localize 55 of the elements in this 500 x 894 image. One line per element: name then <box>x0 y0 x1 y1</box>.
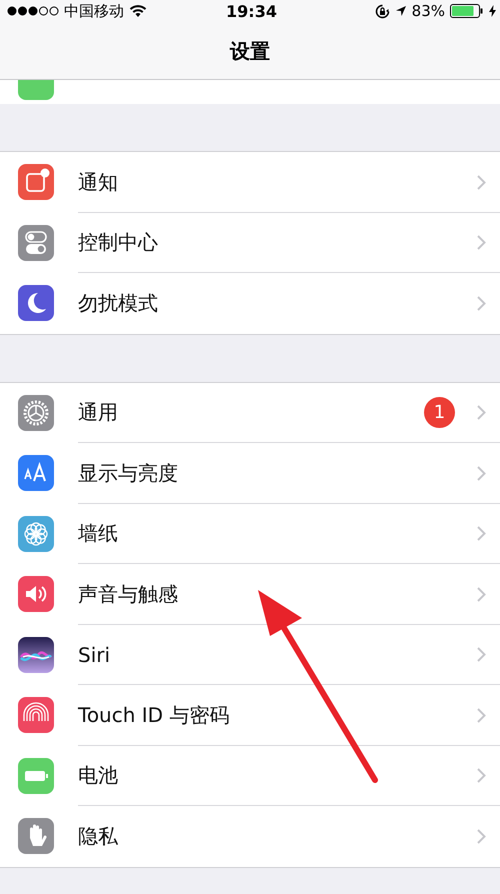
row-label: 墙纸 <box>78 520 119 548</box>
chevron-icon <box>477 768 486 784</box>
location-arrow-icon <box>394 5 407 17</box>
row-label: 声音与触感 <box>78 580 179 608</box>
chevron-icon <box>477 174 486 190</box>
battery-icon <box>450 4 484 18</box>
chevron-icon <box>477 405 486 420</box>
chevron-icon <box>477 526 486 542</box>
settings-row[interactable]: 控制中心 <box>0 212 500 273</box>
siri-wave-icon <box>18 636 54 673</box>
notification-icon <box>18 164 54 200</box>
chevron-icon <box>477 466 486 481</box>
toggle-switches-icon <box>18 224 54 261</box>
chevron-icon <box>477 586 486 602</box>
settings-row[interactable]: 墙纸 <box>0 504 500 564</box>
hand-icon <box>18 818 54 854</box>
row-label: 通知 <box>78 168 119 196</box>
clock-time: 19:34 <box>226 2 277 20</box>
chevron-icon <box>477 647 486 662</box>
moon-icon <box>18 285 54 322</box>
settings-row[interactable]: Siri <box>0 624 500 685</box>
settings-row[interactable]: 隐私 <box>0 806 500 866</box>
row-label: Siri <box>78 642 112 667</box>
text-size-icon <box>18 455 54 492</box>
gear-icon <box>18 394 54 431</box>
row-label: 勿扰模式 <box>78 290 159 317</box>
settings-row[interactable]: 通知 <box>0 152 500 212</box>
row-label: Touch ID 与密码 <box>78 702 230 729</box>
row-label: 控制中心 <box>78 229 159 256</box>
notification-badge: 1 <box>424 397 455 428</box>
battery-percent: 83% <box>412 2 445 20</box>
row-label: 隐私 <box>78 822 119 850</box>
row-label: 显示与亮度 <box>78 460 179 487</box>
fingerprint-icon <box>18 697 54 734</box>
settings-row[interactable] <box>0 80 500 104</box>
battery-icon <box>18 758 54 794</box>
speaker-icon <box>18 576 54 612</box>
settings-row[interactable]: 勿扰模式 <box>0 273 500 334</box>
wifi-icon <box>129 4 147 18</box>
chevron-icon <box>477 708 486 723</box>
chevron-icon <box>477 828 486 844</box>
charging-bolt-icon <box>489 5 496 17</box>
chevron-icon <box>477 235 486 250</box>
rotation-lock-icon <box>374 4 390 18</box>
flower-icon <box>18 516 54 552</box>
settings-row[interactable]: 电池 <box>0 746 500 806</box>
row-label: 电池 <box>78 762 119 790</box>
settings-row[interactable]: 显示与亮度 <box>0 443 500 504</box>
page-title: 设置 <box>228 38 271 65</box>
chevron-icon <box>477 296 486 311</box>
carrier-name: 中国移动 <box>64 2 124 20</box>
settings-row[interactable]: 通用 1 <box>0 382 500 443</box>
settings-row[interactable]: Touch ID 与密码 <box>0 685 500 746</box>
row-label: 通用 <box>78 399 119 426</box>
signal-icon <box>7 6 59 16</box>
